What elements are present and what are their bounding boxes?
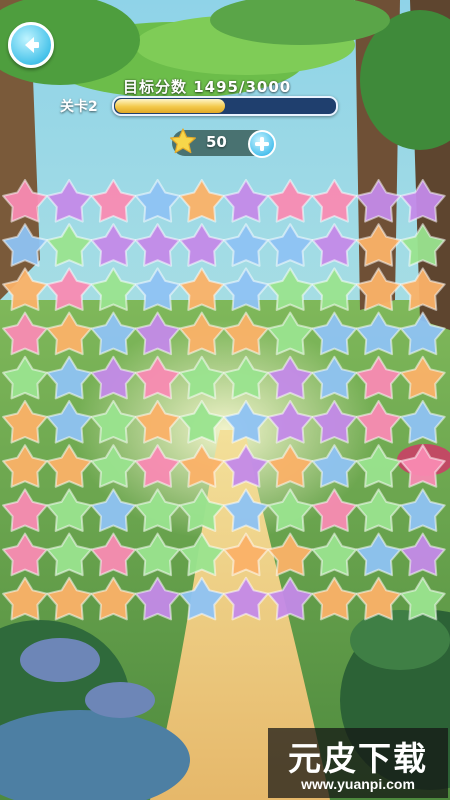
target-score-label: 目标分数 1495/3000 [123,78,292,96]
star-coin-icon [170,128,196,154]
add-coins-button[interactable] [248,130,276,158]
site-watermark: 元皮下载 www.yuanpi.com [268,728,448,798]
score-progress-fill [115,99,225,113]
coin-count: 50 [206,133,227,151]
level-label: 关卡2 [60,99,98,115]
score-progress-bar [112,96,338,116]
game-scene [0,0,450,800]
back-button[interactable] [8,22,54,68]
watermark-url: www.yuanpi.com [301,776,415,792]
plus-icon [255,137,269,151]
back-arrow-icon [25,37,39,53]
forest-background [0,0,450,800]
watermark-title: 元皮下载 [288,739,428,778]
